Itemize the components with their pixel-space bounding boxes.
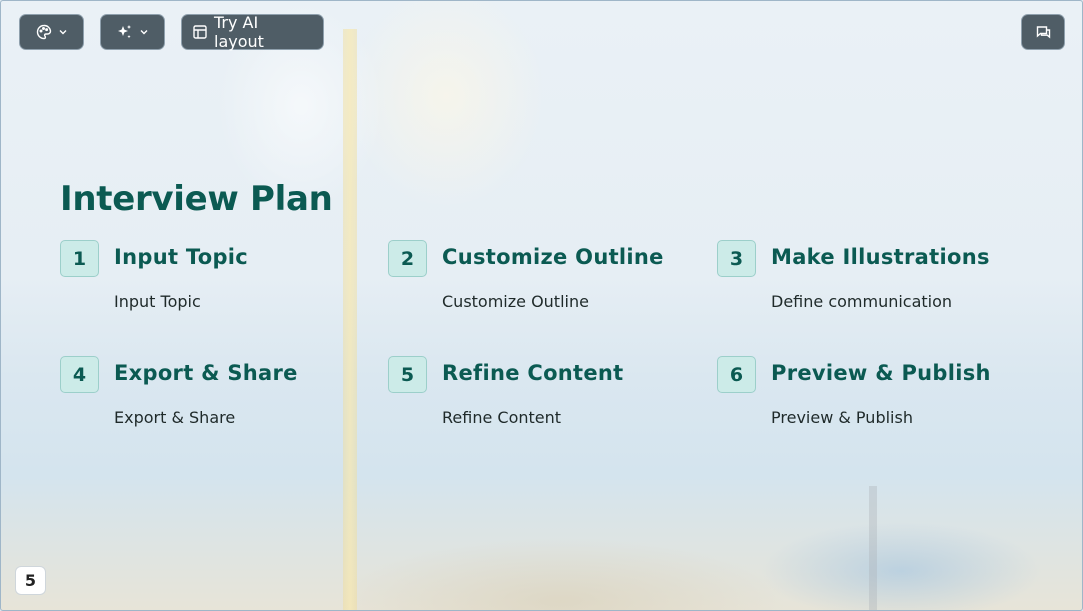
- step-item: 1 Input Topic Input Topic: [60, 240, 380, 330]
- palette-icon: [36, 24, 52, 40]
- theme-dropdown-button[interactable]: [19, 14, 84, 50]
- try-ai-layout-button[interactable]: Try AI layout: [181, 13, 324, 51]
- step-title: Make Illustrations: [771, 245, 990, 269]
- chevron-down-icon: [58, 27, 68, 37]
- step-description: Refine Content: [442, 408, 562, 427]
- step-number-badge: 4: [60, 356, 99, 393]
- step-item: 5 Refine Content Refine Content: [388, 356, 708, 446]
- step-item: 3 Make Illustrations Define communicatio…: [717, 240, 1037, 330]
- comment-button[interactable]: [1021, 14, 1065, 50]
- step-description: Preview & Publish: [771, 408, 913, 427]
- step-number-badge: 2: [388, 240, 427, 277]
- step-title: Customize Outline: [442, 245, 664, 269]
- step-title: Export & Share: [114, 361, 298, 385]
- step-item: 4 Export & Share Export & Share: [60, 356, 380, 446]
- step-number-badge: 1: [60, 240, 99, 277]
- ai-dropdown-button[interactable]: [100, 14, 165, 50]
- step-number-badge: 3: [717, 240, 756, 277]
- step-number-badge: 6: [717, 356, 756, 393]
- sparkle-icon: [116, 24, 133, 41]
- step-item: 6 Preview & Publish Preview & Publish: [717, 356, 1037, 446]
- try-ai-layout-label: Try AI layout: [214, 13, 264, 51]
- comment-icon: [1035, 24, 1052, 41]
- step-description: Input Topic: [114, 292, 201, 311]
- layout-icon: [192, 24, 208, 40]
- step-title: Refine Content: [442, 361, 624, 385]
- step-title: Preview & Publish: [771, 361, 991, 385]
- slide: Try AI layout Interview Plan 1 Input Top…: [0, 0, 1083, 611]
- step-number-badge: 5: [388, 356, 427, 393]
- slide-title: Interview Plan: [60, 179, 333, 219]
- chevron-down-icon: [139, 27, 149, 37]
- background-mast: [869, 486, 877, 610]
- page-number-badge: 5: [15, 566, 46, 595]
- step-title: Input Topic: [114, 245, 249, 269]
- step-description: Export & Share: [114, 408, 236, 427]
- step-description: Customize Outline: [442, 292, 589, 311]
- step-item: 2 Customize Outline Customize Outline: [388, 240, 708, 330]
- step-description: Define communication: [771, 292, 953, 311]
